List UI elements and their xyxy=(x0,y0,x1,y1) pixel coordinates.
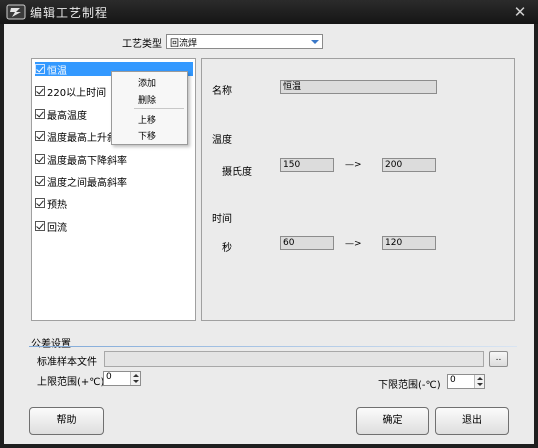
step-checkbox[interactable] xyxy=(35,198,45,208)
temperature-label: 温度 xyxy=(212,135,232,146)
name-label: 名称 xyxy=(212,86,232,97)
exit-button[interactable]: 退出 xyxy=(435,407,509,435)
step-label: 温度之间最高斜率 xyxy=(47,177,127,189)
spin-up-icon[interactable] xyxy=(477,377,483,380)
spinner-arrows[interactable] xyxy=(474,375,484,388)
section-divider xyxy=(29,346,517,347)
tolerance-section-title: 公差设置 xyxy=(31,339,71,350)
step-checkbox[interactable] xyxy=(35,64,45,74)
spinner-arrows[interactable] xyxy=(130,372,140,385)
menu-separator xyxy=(134,108,184,109)
step-item-7[interactable]: 回流 xyxy=(35,219,193,234)
spin-down-icon[interactable] xyxy=(477,383,483,386)
process-type-label: 工艺类型 xyxy=(122,39,162,50)
sample-file-field[interactable] xyxy=(104,351,484,367)
upper-limit-spinner[interactable]: 0 xyxy=(103,371,141,386)
step-checkbox[interactable] xyxy=(35,86,45,96)
close-icon[interactable]: ✕ xyxy=(510,3,530,21)
step-item-6[interactable]: 预热 xyxy=(35,196,193,211)
temperature-to-field[interactable]: 200 xyxy=(382,158,436,172)
app-icon xyxy=(6,4,26,20)
temperature-unit-label: 摄氏度 xyxy=(222,167,252,178)
step-label: 最高温度 xyxy=(47,110,87,122)
sample-file-label: 标准样本文件 xyxy=(37,357,97,368)
temperature-from-field[interactable]: 150 xyxy=(280,158,334,172)
step-checkbox[interactable] xyxy=(35,109,45,119)
step-item-4[interactable]: 温度最高下降斜率 xyxy=(35,152,193,167)
dialog-window: 编辑工艺制程 ✕ 工艺类型 回流焊 恒温 220以上时间 最高温度 温度最高上升… xyxy=(0,0,538,448)
step-checkbox[interactable] xyxy=(35,176,45,186)
step-label: 温度最高下降斜率 xyxy=(47,155,127,167)
step-label: 预热 xyxy=(47,199,67,211)
step-label: 220以上时间 xyxy=(47,87,107,99)
menu-item-delete[interactable]: 删除 xyxy=(138,93,156,106)
context-menu: 添加 删除 上移 下移 xyxy=(111,71,188,145)
time-range-arrow: —> xyxy=(345,239,362,249)
time-label: 时间 xyxy=(212,214,232,225)
window-title: 编辑工艺制程 xyxy=(30,6,109,20)
spin-down-icon[interactable] xyxy=(133,380,139,383)
step-label: 恒温 xyxy=(47,65,67,77)
temperature-range-arrow: —> xyxy=(345,160,362,170)
process-type-select[interactable]: 回流焊 xyxy=(166,34,323,49)
menu-item-add[interactable]: 添加 xyxy=(138,76,156,89)
time-unit-label: 秒 xyxy=(222,243,232,254)
lower-limit-label: 下限范围(-℃) xyxy=(378,380,441,391)
process-type-value: 回流焊 xyxy=(170,39,198,49)
step-label: 温度最高上升斜 xyxy=(47,132,117,144)
title-bar: 编辑工艺制程 ✕ xyxy=(0,0,538,24)
dropdown-arrow-icon[interactable] xyxy=(311,40,319,44)
upper-limit-value: 0 xyxy=(106,372,112,382)
step-checkbox[interactable] xyxy=(35,154,45,164)
time-to-field[interactable]: 120 xyxy=(382,236,436,250)
upper-limit-label: 上限范围(+℃) xyxy=(37,377,105,388)
time-from-field[interactable]: 60 xyxy=(280,236,334,250)
menu-item-move-up[interactable]: 上移 xyxy=(138,113,156,126)
name-field[interactable]: 恒温 xyxy=(280,80,437,94)
ok-button[interactable]: 确定 xyxy=(356,407,429,435)
step-checkbox[interactable] xyxy=(35,221,45,231)
help-button[interactable]: 帮助 xyxy=(29,407,104,435)
lower-limit-spinner[interactable]: 0 xyxy=(447,374,485,389)
step-detail-panel: 名称 恒温 温度 摄氏度 150 —> 200 时间 秒 60 —> 120 xyxy=(201,58,515,321)
step-item-5[interactable]: 温度之间最高斜率 xyxy=(35,174,193,189)
step-label: 回流 xyxy=(47,222,67,234)
step-checkbox[interactable] xyxy=(35,131,45,141)
lower-limit-value: 0 xyxy=(450,375,456,385)
browse-button[interactable]: .. xyxy=(489,351,508,367)
spin-up-icon[interactable] xyxy=(133,374,139,377)
menu-item-move-down[interactable]: 下移 xyxy=(138,129,156,142)
